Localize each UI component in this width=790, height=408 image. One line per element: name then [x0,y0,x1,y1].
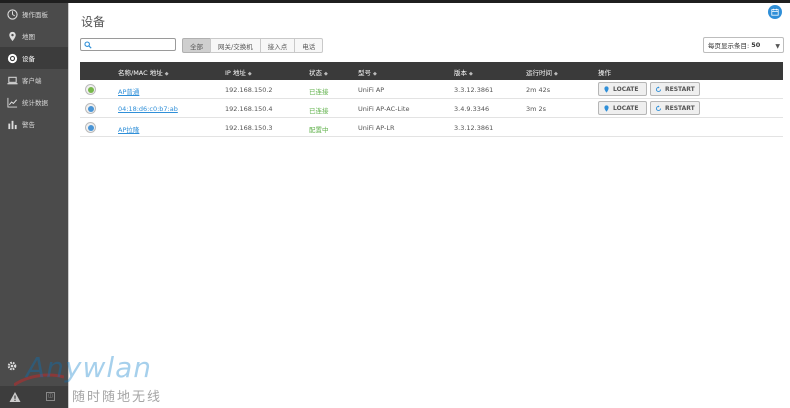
column-header-name[interactable]: 名称/MAC 地址 ◆ [118,67,169,77]
table-row: AP拉隆 192.168.150.3 配置中 UniFi AP-LR 3.3.1… [80,118,783,137]
status-icon[interactable] [85,122,96,133]
devices-table: 名称/MAC 地址 ◆ IP 地址 ◆ 状态 ◆ 型号 ◆ 版本 ◆ 运行时间 ◆ 操作 A… [80,62,783,137]
sort-icon: ◆ [247,71,252,77]
per-page-value: 50 [751,41,761,49]
search-icon [84,41,92,49]
chevron-down-icon: ▼ [775,43,780,50]
sort-icon: ◆ [373,71,377,77]
sort-icon: ◆ [554,71,558,77]
sort-icon: ◆ [164,71,169,77]
map-pin-icon [604,85,609,93]
column-header-uptime[interactable]: 运行时间 ◆ [526,67,558,77]
line-chart-icon [6,96,18,108]
device-uptime: 2m 42s [526,86,551,94]
devices-icon [6,52,18,64]
column-header-status[interactable]: 状态 ◆ [309,67,328,77]
status-icon[interactable] [85,103,96,114]
device-status: 已连接 [309,88,329,96]
sidebar-item-label: 设备 [22,55,35,63]
device-model: UniFi AP [358,86,385,94]
watermark-brand: Anywlan [26,351,153,384]
sidebar-item-label: 客户端 [22,77,42,85]
map-pin-icon [604,104,609,112]
device-version: 3.3.12.3861 [454,86,494,94]
sidebar-item-devices[interactable]: 设备 [0,47,68,69]
bar-chart-icon [6,118,18,130]
sidebar-item-statistics[interactable]: 统计数据 [0,91,68,113]
watermark-subtitle: 随时随地无线 [72,390,163,405]
column-header-version[interactable]: 版本 ◆ [454,67,473,77]
device-status: 已连接 [309,107,329,115]
column-header-actions: 操作 [598,69,611,77]
device-ip: 192.168.150.4 [225,105,273,113]
sort-icon: ◆ [324,71,328,77]
device-type-filter: 全部 网关/交换机 接入点 电话 [182,38,324,53]
device-name-link[interactable]: AP普通 [118,86,139,96]
sidebar-item-label: 警告 [22,121,35,129]
locate-button[interactable]: LOCATE [598,101,647,115]
calendar-icon[interactable] [768,5,782,19]
sidebar-item-label: 地图 [22,33,35,41]
per-page-label: 每页显示条目: [708,42,750,50]
filter-access-point[interactable]: 接入点 [259,38,296,53]
device-ip: 192.168.150.2 [225,86,273,94]
sidebar-item-label: 统计数据 [22,99,48,107]
filter-all[interactable]: 全部 [182,38,211,53]
device-name-link[interactable]: 04:18:d6:c0:b7:ab [118,105,178,113]
search-input[interactable] [93,40,173,49]
column-header-ip[interactable]: IP 地址 ◆ [225,67,252,77]
restart-icon [655,85,662,92]
search-box[interactable] [80,38,176,51]
sidebar-item-label: 操作面板 [22,11,48,19]
device-version: 3.3.12.3861 [454,124,494,132]
sidebar-item-clients[interactable]: 客户端 [0,69,68,91]
sidebar: 操作面板 地图 设备 客户端 统计数据 警告 ◫ [0,3,68,408]
laptop-icon [6,74,18,86]
table-row: AP普通 192.168.150.2 已连接 UniFi AP 3.3.12.3… [80,80,783,99]
restart-icon [655,104,662,111]
map-pin-icon [6,30,18,42]
page-title: 设备 [81,15,106,29]
watermark-logo: Anywlan 随时随地无线 [14,351,184,405]
restart-button[interactable]: RESTART [650,101,700,115]
device-ip: 192.168.150.3 [225,124,273,132]
sidebar-item-map[interactable]: 地图 [0,25,68,47]
sidebar-item-dashboard[interactable]: 操作面板 [0,3,68,25]
status-icon[interactable] [85,84,96,95]
per-page-select[interactable]: 每页显示条目: 50 ▼ [703,37,784,53]
locate-button[interactable]: LOCATE [598,82,647,96]
sort-icon: ◆ [469,71,473,77]
sidebar-item-alerts[interactable]: 警告 [0,113,68,135]
table-row: 04:18:d6:c0:b7:ab 192.168.150.4 已连接 UniF… [80,99,783,118]
device-version: 3.4.9.3346 [454,105,490,113]
device-name-link[interactable]: AP拉隆 [118,124,139,134]
main-content: 设备 全部 网关/交换机 接入点 电话 每页显示条目: 50 ▼ 名称/MAC … [68,3,790,408]
device-status: 配置中 [309,126,329,134]
table-header: 名称/MAC 地址 ◆ IP 地址 ◆ 状态 ◆ 型号 ◆ 版本 ◆ 运行时间 ◆ 操作 [80,62,783,80]
restart-button[interactable]: RESTART [650,82,700,96]
column-header-model[interactable]: 型号 ◆ [358,67,377,77]
filter-gateway-switch[interactable]: 网关/交换机 [210,38,261,53]
dashboard-icon [6,8,18,20]
filter-phone[interactable]: 电话 [294,38,324,53]
device-model: UniFi AP-AC-Lite [358,105,410,113]
device-model: UniFi AP-LR [358,124,395,132]
device-uptime: 3m 2s [526,105,547,113]
